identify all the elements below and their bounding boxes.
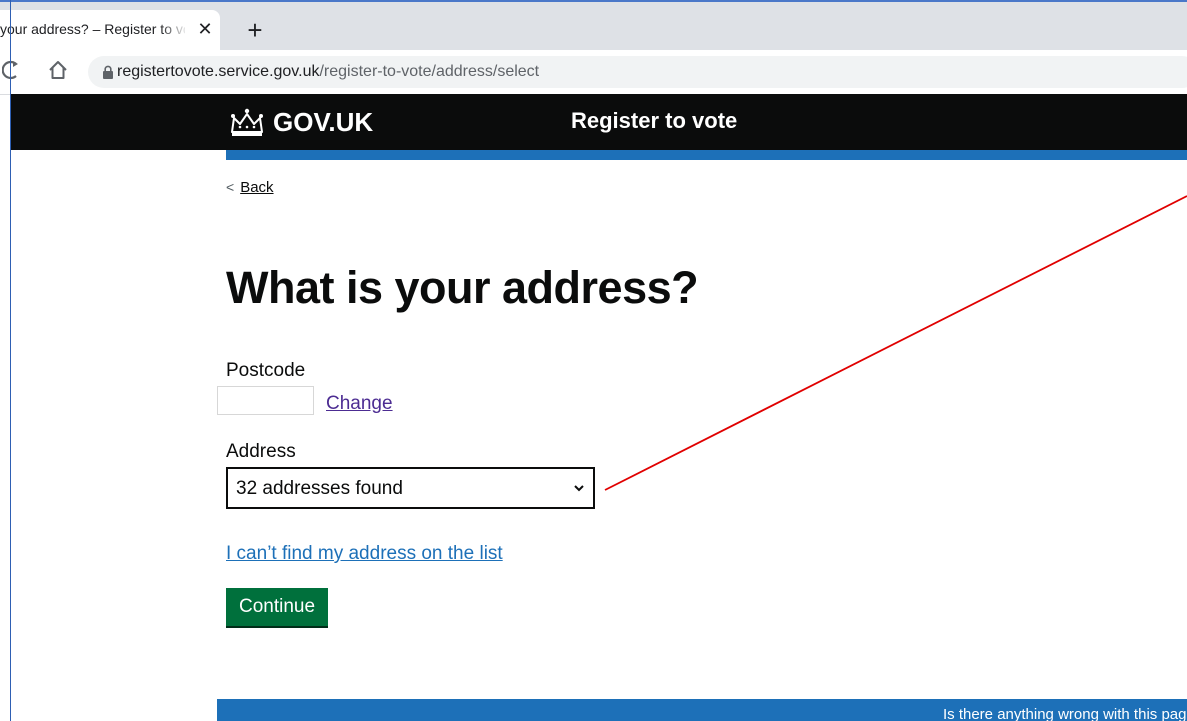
govuk-logo-text: GOV.UK: [273, 106, 374, 137]
postcode-label: Postcode: [226, 360, 306, 381]
postcode-field[interactable]: [217, 386, 314, 415]
browser-tab[interactable]: your address? – Register to vote ✕: [0, 10, 220, 50]
frame-top-border: [0, 0, 1187, 2]
tab-title: your address? – Register to vote: [0, 21, 185, 37]
govuk-logo[interactable]: GOV.UK: [227, 106, 373, 138]
feedback-banner: Is there anything wrong with this page?: [217, 699, 1187, 721]
cant-find-address-link[interactable]: I can’t find my address on the list: [226, 543, 503, 565]
url-host: registertovote.service.gov.uk: [117, 63, 320, 80]
govuk-header: GOV.UK Register to vote: [11, 94, 1187, 150]
change-postcode-link[interactable]: Change: [326, 393, 393, 415]
page-title: What is your address?: [226, 262, 699, 313]
close-icon[interactable]: ✕: [194, 18, 216, 40]
url-path: /register-to-vote/address/select: [319, 63, 540, 80]
chevron-down-icon: [574, 485, 584, 492]
reload-icon[interactable]: [2, 58, 24, 82]
tab-title-fade: [160, 18, 188, 42]
frame-left-border: [10, 0, 11, 721]
home-icon[interactable]: [46, 58, 70, 82]
feedback-link[interactable]: Is there anything wrong with this page?: [943, 706, 1187, 721]
chevron-left-icon: <: [226, 179, 235, 195]
back-link-label: Back: [240, 179, 274, 196]
address-select[interactable]: 32 addresses found: [226, 467, 595, 509]
url-text: registertovote.service.gov.uk/register-t…: [117, 63, 539, 81]
back-link[interactable]: < Back: [226, 179, 274, 196]
address-label: Address: [226, 441, 296, 462]
browser-tab-bar: your address? – Register to vote ✕ +: [0, 2, 1187, 50]
header-blue-bar: [226, 150, 1187, 160]
browser-toolbar: registertovote.service.gov.uk/register-t…: [0, 50, 1187, 95]
address-bar[interactable]: registertovote.service.gov.uk/register-t…: [88, 56, 1187, 88]
plus-icon[interactable]: +: [240, 16, 270, 46]
continue-button[interactable]: Continue: [226, 588, 328, 626]
address-select-value: 32 addresses found: [236, 478, 403, 499]
service-name[interactable]: Register to vote: [571, 108, 737, 134]
screenshot-frame: your address? – Register to vote ✕ + reg…: [0, 0, 1187, 721]
lock-icon: [103, 65, 113, 79]
crown-icon: [231, 108, 263, 136]
